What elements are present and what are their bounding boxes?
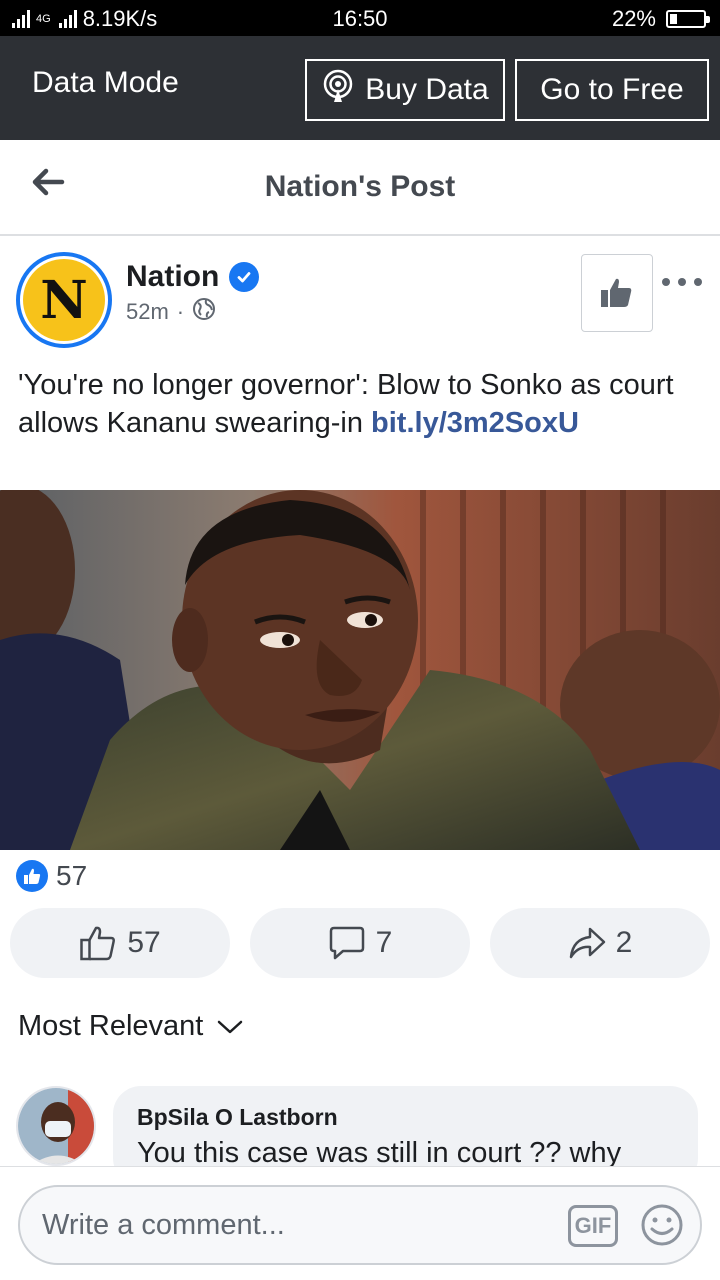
like-button[interactable]: 57 <box>10 908 230 978</box>
post-photo[interactable] <box>0 490 720 850</box>
comment-button[interactable]: 7 <box>250 908 470 978</box>
go-to-free-button[interactable]: Go to Free <box>515 59 709 121</box>
emoji-button[interactable] <box>640 1203 684 1247</box>
more-horizontal-icon[interactable] <box>662 270 702 294</box>
data-mode-bar: Data Mode Buy Data Go to Free <box>0 36 720 140</box>
like-page-button[interactable] <box>581 254 653 332</box>
comment-count: 7 <box>375 926 393 959</box>
like-count: 57 <box>127 926 161 959</box>
status-bar: 4G 8.19K/s 16:50 22% <box>0 0 720 36</box>
post-author[interactable]: Nation <box>126 260 260 294</box>
go-to-free-label: Go to Free <box>540 73 684 106</box>
share-button[interactable]: 2 <box>490 908 710 978</box>
post-text: 'You're no longer governor': Blow to Son… <box>18 366 708 442</box>
like-reaction-icon <box>16 860 48 892</box>
reaction-summary[interactable]: 57 <box>16 860 87 892</box>
gif-button[interactable]: GIF <box>568 1205 618 1247</box>
photo-illustration <box>0 490 720 850</box>
post-link[interactable]: bit.ly/3m2SoxU <box>371 407 579 439</box>
page-name-label: Nation <box>126 260 220 293</box>
comment-input[interactable] <box>42 1201 542 1249</box>
comment-author[interactable]: BpSila O Lastborn <box>137 1104 674 1131</box>
share-count: 2 <box>615 926 633 959</box>
data-mode-label: Data Mode <box>32 66 179 99</box>
thumbs-up-icon <box>601 278 632 307</box>
verified-check-icon <box>229 262 260 292</box>
comment-sort-dropdown[interactable]: Most Relevant <box>18 1010 243 1043</box>
smiley-icon <box>641 1204 683 1246</box>
globe-icon <box>192 297 216 327</box>
buy-data-label: Buy Data <box>365 73 489 106</box>
chevron-down-icon <box>218 1020 243 1033</box>
comment-composer: GIF <box>18 1185 702 1265</box>
page-title: Nation's Post <box>264 170 456 203</box>
nation-logo: N <box>23 259 105 341</box>
battery-icon <box>666 10 710 28</box>
share-arrow-icon <box>569 927 605 959</box>
reaction-count: 57 <box>56 860 88 891</box>
broadcast-icon <box>321 69 355 111</box>
gif-label: GIF <box>574 1213 612 1238</box>
page-avatar[interactable]: N <box>16 252 112 348</box>
avatar-photo <box>18 1088 94 1164</box>
thumbs-up-outline-icon <box>80 926 116 961</box>
comment-composer-bar: GIF <box>0 1166 720 1280</box>
comment-avatar[interactable] <box>16 1086 96 1166</box>
post-meta: 52m · <box>126 297 216 327</box>
page-header: Nation's Post <box>0 140 720 236</box>
sort-label: Most Relevant <box>18 1010 204 1042</box>
meta-separator: · <box>176 299 185 324</box>
speech-bubble-icon <box>329 926 364 960</box>
status-right: 22% <box>611 6 710 32</box>
buy-data-button[interactable]: Buy Data <box>305 59 505 121</box>
post-time[interactable]: 52m <box>126 299 169 325</box>
battery-percent: 22% <box>611 6 656 31</box>
